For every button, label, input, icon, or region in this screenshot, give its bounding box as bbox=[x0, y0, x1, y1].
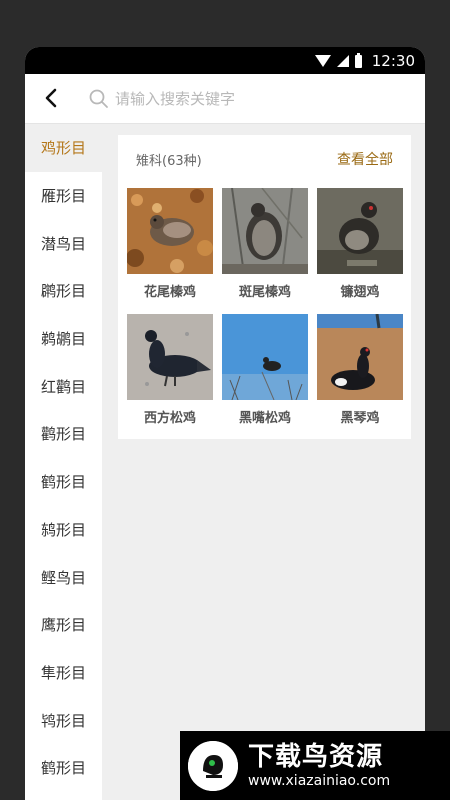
sidebar-item-anseriformes[interactable]: 雁形目 bbox=[25, 172, 102, 220]
bird-name: 黑琴鸡 bbox=[340, 411, 380, 426]
bird-name: 黑嘴松鸡 bbox=[238, 411, 291, 426]
view-all-link[interactable]: 查看全部 bbox=[337, 149, 393, 169]
bird-grid: 花尾榛鸡 斑尾榛鸡 镰翅鸡 西方松鸡 黑嘴松鸡 黑琴鸡 bbox=[127, 188, 403, 426]
app-screen: 12:30 鸡形目 雁形目 潜鸟目 䴙形目 鹈鹕目 红鹳目 鹳形目 鹤形目 鸫形… bbox=[25, 47, 425, 800]
order-sidebar: 鸡形目 雁形目 潜鸟目 䴙形目 鹈鹕目 红鹳目 鹳形目 鹤形目 鸫形目 鲣鸟目 … bbox=[25, 124, 102, 800]
sidebar-item-suliformes[interactable]: 鲣鸟目 bbox=[25, 553, 102, 601]
bird-card[interactable]: 斑尾榛鸡 bbox=[222, 188, 308, 300]
battery-icon bbox=[354, 52, 362, 68]
hazel-grouse-photo bbox=[127, 188, 213, 274]
bird-name: 西方松鸡 bbox=[143, 411, 196, 426]
bird-card[interactable]: 花尾榛鸡 bbox=[127, 188, 213, 300]
watermark-title: 下载鸟资源 bbox=[248, 741, 384, 772]
watermark-banner: 下载鸟资源 www.xiazainiao.com bbox=[180, 731, 450, 800]
capercaillie-photo bbox=[127, 314, 213, 400]
search-box[interactable] bbox=[89, 85, 409, 113]
search-icon bbox=[89, 89, 108, 108]
bird-card[interactable]: 西方松鸡 bbox=[127, 314, 213, 426]
bird-name: 镰翅鸡 bbox=[340, 285, 380, 300]
black-grouse-photo bbox=[317, 314, 403, 400]
severtzov-grouse-photo bbox=[222, 188, 308, 274]
sidebar-item-ciconiiformes[interactable]: 鹳形目 bbox=[25, 410, 102, 458]
bird-card[interactable]: 镰翅鸡 bbox=[317, 188, 403, 300]
bird-card[interactable]: 黑琴鸡 bbox=[317, 314, 403, 426]
chevron-left-icon bbox=[45, 88, 57, 108]
sidebar-item-pelecaniformes[interactable]: 鹈鹕目 bbox=[25, 315, 102, 363]
sidebar-item-falconiformes[interactable]: 隼形目 bbox=[25, 649, 102, 697]
bird-name: 斑尾榛鸡 bbox=[238, 285, 291, 300]
family-card: 雉科(63种) 查看全部 花尾榛鸡 斑尾榛鸡 镰翅鸡 西方松鸡 黑嘴松鸡 黑琴鸡 bbox=[118, 135, 411, 439]
search-bar bbox=[25, 74, 425, 124]
watermark-url: www.xiazainiao.com bbox=[248, 772, 391, 789]
sidebar-item-otidiformes[interactable]: 鸨形目 bbox=[25, 696, 102, 744]
wifi-icon bbox=[314, 55, 331, 67]
status-time: 12:30 bbox=[371, 52, 415, 70]
sidebar-item-gruiformes[interactable]: 鹤形目 bbox=[25, 458, 102, 506]
sidebar-item-accipitriformes[interactable]: 鹰形目 bbox=[25, 601, 102, 649]
back-button[interactable] bbox=[41, 87, 63, 109]
status-bar: 12:30 bbox=[25, 47, 425, 74]
family-title: 雉科(63种) bbox=[136, 154, 202, 169]
sidebar-item-podicipediformes[interactable]: 䴙形目 bbox=[25, 267, 102, 315]
sidebar-item-order-9[interactable]: 鸫形目 bbox=[25, 506, 102, 554]
black-billed-capercaillie-photo bbox=[222, 314, 308, 400]
sidebar-item-gaviiformes[interactable]: 潜鸟目 bbox=[25, 219, 102, 267]
sidebar-item-order-14[interactable]: 鹤形目 bbox=[25, 744, 102, 792]
bird-card[interactable]: 黑嘴松鸡 bbox=[222, 314, 308, 426]
sidebar-item-phoenicopteriformes[interactable]: 红鹳目 bbox=[25, 362, 102, 410]
sidebar-item-galliformes[interactable]: 鸡形目 bbox=[25, 124, 102, 172]
cell-signal-icon bbox=[336, 55, 349, 67]
search-input[interactable] bbox=[115, 90, 395, 108]
bird-name: 花尾榛鸡 bbox=[143, 285, 196, 300]
site-logo bbox=[188, 740, 238, 791]
siberian-grouse-photo bbox=[317, 188, 403, 274]
